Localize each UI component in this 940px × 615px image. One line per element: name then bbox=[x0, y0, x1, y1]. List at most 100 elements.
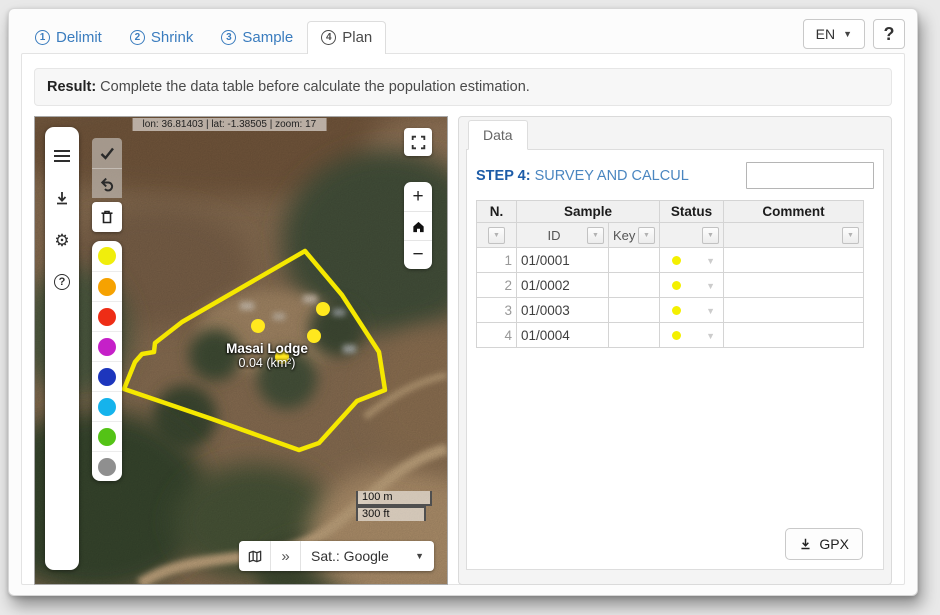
language-dropdown[interactable]: EN ▼ bbox=[803, 19, 865, 49]
color-orange[interactable] bbox=[92, 271, 122, 301]
filter-status-button[interactable]: ▼ bbox=[702, 227, 719, 244]
basemap-bar: » Sat.: Google ▼ bbox=[239, 541, 434, 571]
table-header-row: N. Sample Status Comment bbox=[477, 201, 864, 223]
color-palette bbox=[92, 241, 122, 481]
status-dot bbox=[672, 256, 681, 265]
chevron-down-icon: ▼ bbox=[843, 29, 852, 39]
tab-content: Result:Complete the data table before ca… bbox=[21, 53, 905, 585]
col-comment: Comment bbox=[724, 201, 864, 223]
chevron-down-icon: ▼ bbox=[706, 281, 715, 291]
status-select[interactable]: ▼ bbox=[660, 273, 724, 298]
map-canvas[interactable]: Masai Lodge 0.04 (km²) lon: 36.81403 | l… bbox=[34, 116, 448, 585]
tab-shrink[interactable]: 2 Shrink bbox=[116, 21, 208, 54]
table-row: 4 01/0004 ▼ bbox=[477, 323, 864, 348]
color-gray[interactable] bbox=[92, 451, 122, 481]
comment-cell[interactable] bbox=[724, 323, 864, 348]
sample-key[interactable] bbox=[609, 248, 660, 273]
coordinates-readout: lon: 36.81403 | lat: -1.38505 | zoom: 17 bbox=[133, 118, 327, 131]
chevron-down-icon: ▼ bbox=[706, 256, 715, 266]
status-select[interactable]: ▼ bbox=[660, 248, 724, 273]
table-row: 2 01/0002 ▼ bbox=[477, 273, 864, 298]
expand-layers-button[interactable]: » bbox=[270, 541, 300, 571]
scale-imperial: 300 ft bbox=[356, 506, 426, 521]
sample-key[interactable] bbox=[609, 323, 660, 348]
download-icon bbox=[799, 537, 812, 551]
undo-button[interactable] bbox=[92, 168, 122, 198]
status-dot bbox=[672, 331, 681, 340]
app-window: 1 Delimit 2 Shrink 3 Sample 4 Plan EN ▼ … bbox=[8, 8, 918, 596]
help-circle-icon[interactable]: ? bbox=[53, 273, 71, 291]
status-select[interactable]: ▼ bbox=[660, 298, 724, 323]
step-2-icon: 2 bbox=[130, 30, 145, 45]
comment-cell[interactable] bbox=[724, 273, 864, 298]
fullscreen-button[interactable] bbox=[404, 128, 432, 156]
gpx-label: GPX bbox=[819, 536, 849, 552]
scale-control: 100 m 300 ft bbox=[356, 491, 432, 521]
zoom-out-button[interactable]: − bbox=[404, 240, 432, 269]
result-alert: Result:Complete the data table before ca… bbox=[34, 68, 892, 106]
sample-point-1 bbox=[251, 319, 265, 333]
table-filter-row: ▼ ID▼ Key▼ ▼ ▼ bbox=[477, 223, 864, 248]
status-dot bbox=[672, 281, 681, 290]
survey-input[interactable] bbox=[746, 162, 874, 189]
sub-col-id: ID bbox=[521, 228, 587, 243]
col-sample: Sample bbox=[517, 201, 660, 223]
home-button[interactable] bbox=[404, 211, 432, 240]
step-label: STEP 4: bbox=[476, 168, 531, 184]
main-tabbar: 1 Delimit 2 Shrink 3 Sample 4 Plan EN ▼ … bbox=[9, 9, 917, 53]
filter-id-button[interactable]: ▼ bbox=[587, 227, 604, 244]
delete-button[interactable] bbox=[92, 202, 122, 232]
color-green[interactable] bbox=[92, 421, 122, 451]
step-heading: STEP 4: SURVEY AND CALCUL bbox=[476, 162, 689, 184]
zoom-in-button[interactable]: + bbox=[404, 182, 432, 211]
col-n: N. bbox=[477, 201, 517, 223]
result-text: Complete the data table before calculate… bbox=[100, 79, 530, 95]
basemap-select[interactable]: Sat.: Google ▼ bbox=[300, 541, 434, 571]
tab-sample-label: Sample bbox=[242, 29, 293, 46]
color-blue[interactable] bbox=[92, 361, 122, 391]
step-title: SURVEY AND CALCUL bbox=[535, 168, 689, 184]
color-yellow[interactable] bbox=[92, 241, 122, 271]
tab-delimit-label: Delimit bbox=[56, 29, 102, 46]
sample-point-2 bbox=[316, 302, 330, 316]
sample-id: 01/0003 bbox=[517, 298, 609, 323]
tab-delimit[interactable]: 1 Delimit bbox=[21, 21, 116, 54]
help-button[interactable]: ? bbox=[873, 19, 905, 49]
zoom-controls: + − bbox=[404, 182, 432, 269]
comment-cell[interactable] bbox=[724, 248, 864, 273]
data-panel: Data STEP 4: SURVEY AND CALCUL bbox=[458, 116, 892, 585]
tab-data[interactable]: Data bbox=[468, 120, 528, 150]
chevron-down-icon: ▼ bbox=[415, 551, 424, 561]
table-row: 1 01/0001 ▼ bbox=[477, 248, 864, 273]
basemap-value: Sat.: Google bbox=[311, 548, 389, 564]
status-select[interactable]: ▼ bbox=[660, 323, 724, 348]
tab-plan[interactable]: 4 Plan bbox=[307, 21, 386, 54]
filter-key-button[interactable]: ▼ bbox=[638, 227, 655, 244]
gpx-export-button[interactable]: GPX bbox=[785, 528, 863, 560]
sample-point-4 bbox=[275, 350, 289, 364]
menu-icon[interactable] bbox=[54, 147, 70, 165]
sample-id: 01/0001 bbox=[517, 248, 609, 273]
sample-key[interactable] bbox=[609, 273, 660, 298]
map-layers-button[interactable] bbox=[239, 541, 270, 571]
scale-metric: 100 m bbox=[356, 491, 432, 506]
step-3-icon: 3 bbox=[221, 30, 236, 45]
tab-sample[interactable]: 3 Sample bbox=[207, 21, 307, 54]
sample-key[interactable] bbox=[609, 298, 660, 323]
col-status: Status bbox=[660, 201, 724, 223]
language-value: EN bbox=[816, 26, 835, 42]
confirm-button[interactable] bbox=[92, 138, 122, 168]
gear-icon[interactable]: ⚙ bbox=[53, 231, 71, 249]
color-magenta[interactable] bbox=[92, 331, 122, 361]
samples-table: N. Sample Status Comment ▼ ID▼ Key▼ ▼ ▼ bbox=[476, 200, 864, 348]
filter-n-button[interactable]: ▼ bbox=[488, 227, 505, 244]
row-number: 3 bbox=[477, 298, 517, 323]
color-red[interactable] bbox=[92, 301, 122, 331]
color-cyan[interactable] bbox=[92, 391, 122, 421]
chevron-down-icon: ▼ bbox=[706, 306, 715, 316]
download-icon[interactable] bbox=[53, 189, 71, 207]
result-label: Result: bbox=[47, 79, 96, 95]
comment-cell[interactable] bbox=[724, 298, 864, 323]
status-dot bbox=[672, 306, 681, 315]
filter-comment-button[interactable]: ▼ bbox=[842, 227, 859, 244]
